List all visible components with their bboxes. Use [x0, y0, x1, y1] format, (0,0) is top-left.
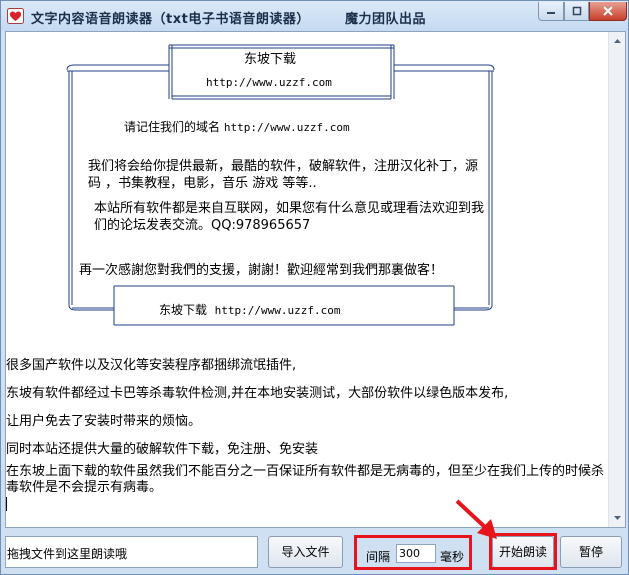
pause-button[interactable]: 暂停 [560, 536, 622, 568]
bottom-url: http://www.uzzf.com [214, 304, 341, 317]
remember-url: http://www.uzzf.com [223, 121, 350, 134]
text-caret [6, 497, 7, 511]
text-line: 东坡有软件都经过卡巴等杀毒软件检测,并在本地安装测试，大部份软件以绿色版本发布, [6, 386, 509, 401]
annotation-arrow-icon [455, 499, 497, 539]
app-window: 文字内容语音朗读器（txt电子书语音朗读器） 魔力团队出品 东坡下载 http:… [0, 0, 629, 575]
scroll-down-icon[interactable] [611, 510, 624, 526]
text-line: 让用户免去了安装时带来的烦恼。 [6, 414, 202, 429]
banner-paragraph-1: 我们将会给你提供最新，最酷的软件，破解软件，注册汉化补丁，源码 ，书集教程，电影… [88, 159, 479, 191]
maximize-icon [572, 6, 581, 16]
text-line: 在东坡上面下载的软件虽然我们不能百分之一百保证所有软件都是无病毒的，但至少在我们… [6, 464, 605, 495]
banner-bottom: 东坡下载 http://www.uzzf.com [159, 301, 341, 318]
heart-icon [7, 8, 24, 24]
banner-site-name: 东坡下载 [244, 52, 297, 67]
scroll-up-icon[interactable] [611, 33, 624, 49]
banner-remember: 请记住我们的域名 http://www.uzzf.com [124, 118, 350, 135]
text-line: 同时本站还提供大量的破解软件下载，免注册、免安装 [6, 442, 319, 457]
remember-label: 请记住我们的域名 [124, 120, 221, 134]
title-bar[interactable]: 文字内容语音朗读器（txt电子书语音朗读器） 魔力团队出品 [1, 1, 628, 31]
ascii-banner: 东坡下载 http://www.uzzf.com 请记住我们的域名 http:/… [64, 40, 504, 330]
text-line: 很多国产软件以及汉化等安装程序都捆绑流氓插件, [6, 358, 297, 373]
maximize-button[interactable] [564, 2, 589, 21]
import-file-button[interactable]: 导入文件 [268, 536, 343, 568]
banner-thanks: 再一次感謝您對我們的支援，謝謝！歡迎經常到我們那裏做客！ [79, 263, 444, 278]
close-icon [603, 6, 613, 16]
vertical-scrollbar[interactable] [608, 32, 625, 527]
close-button[interactable] [589, 2, 627, 21]
drop-file-field[interactable]: 拖拽文件到这里朗读哦 [5, 536, 258, 568]
bottom-site-name: 东坡下载 [159, 303, 208, 317]
banner-paragraph-2: 本站所有软件都是来自互联网，如果您有什么意见或理看法欢迎到我们的论坛发表交流。Q… [94, 201, 485, 233]
banner-url: http://www.uzzf.com [206, 76, 332, 89]
minimize-button[interactable] [538, 2, 564, 21]
minimize-icon [547, 12, 555, 14]
reading-text-area[interactable]: 东坡下载 http://www.uzzf.com 请记住我们的域名 http:/… [5, 31, 626, 528]
window-title: 文字内容语音朗读器（txt电子书语音朗读器） 魔力团队出品 [31, 12, 426, 27]
